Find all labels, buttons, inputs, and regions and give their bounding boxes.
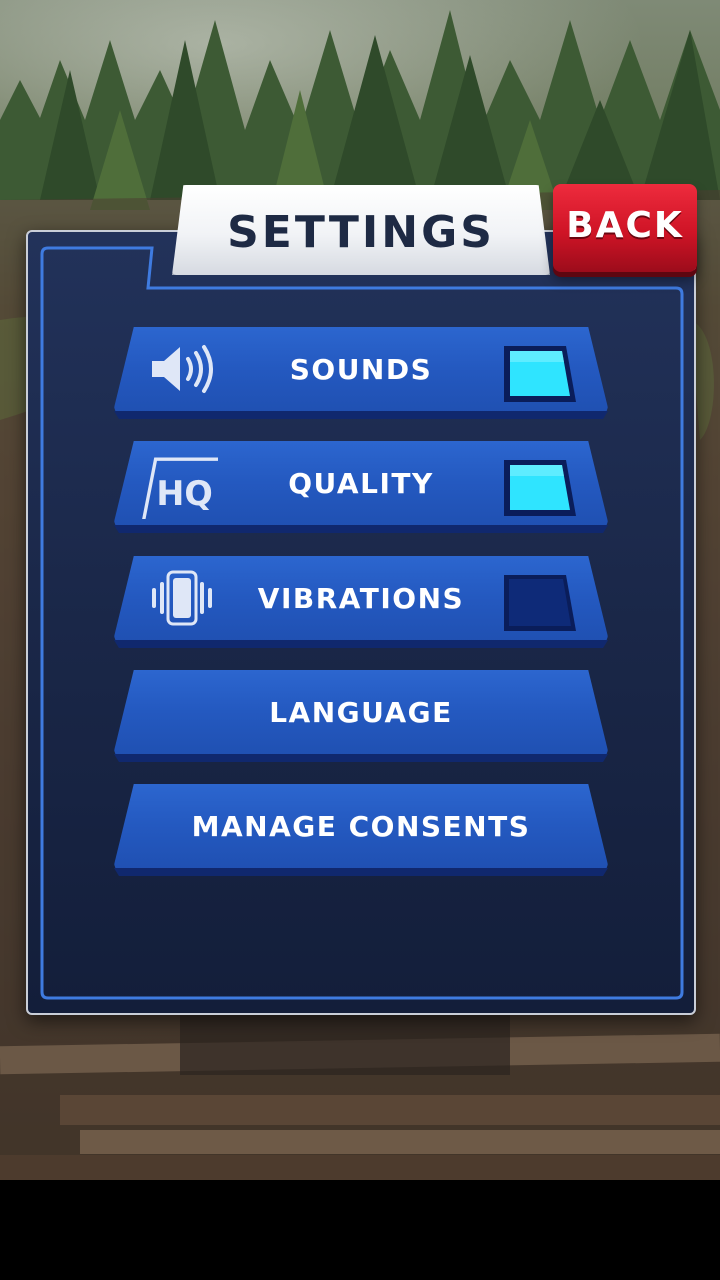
sounds-toggle[interactable] bbox=[502, 344, 578, 404]
letterbox-bar bbox=[0, 1180, 720, 1280]
manage-consents-label: MANAGE CONSENTS bbox=[191, 809, 531, 843]
manage-consents-button[interactable]: MANAGE CONSENTS bbox=[114, 784, 608, 876]
row-shadow bbox=[114, 868, 608, 876]
back-button-label: BACK bbox=[566, 204, 684, 246]
sounds-row[interactable]: SOUNDS bbox=[114, 327, 608, 419]
language-button[interactable]: LANGUAGE bbox=[114, 670, 608, 762]
row-shadow bbox=[114, 640, 608, 648]
vibrations-toggle[interactable] bbox=[502, 573, 578, 633]
row-shadow bbox=[114, 754, 608, 762]
quality-row[interactable]: HQ QUALITY bbox=[114, 441, 608, 533]
page-title: SETTINGS bbox=[227, 206, 495, 258]
quality-toggle[interactable] bbox=[502, 458, 578, 518]
vibrations-row[interactable]: VIBRATIONS bbox=[114, 556, 608, 648]
row-shadow bbox=[114, 525, 608, 533]
back-button[interactable]: BACK bbox=[553, 184, 697, 272]
row-shadow bbox=[114, 411, 608, 419]
language-label: LANGUAGE bbox=[269, 695, 453, 729]
settings-title-tab: SETTINGS bbox=[172, 185, 550, 275]
